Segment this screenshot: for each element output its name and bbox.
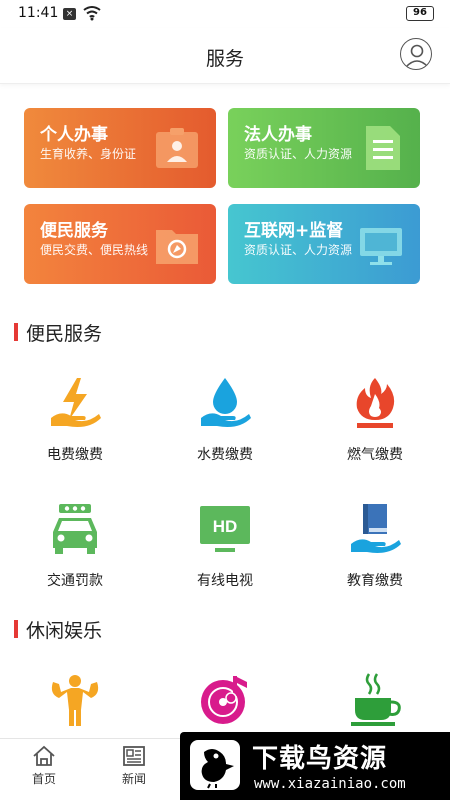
service-label: 水费缴费	[197, 447, 253, 463]
user-avatar-icon[interactable]	[400, 38, 432, 70]
service-label: 交通罚款	[47, 573, 103, 589]
fitness-icon	[51, 675, 99, 726]
card-personal-affairs[interactable]: 个人办事 生育收养、身份证	[24, 108, 216, 188]
nav-item-news[interactable]: 新闻	[109, 745, 159, 795]
service-label: 有线电视	[197, 573, 253, 589]
tea-icon	[351, 673, 401, 726]
status-time: 11:41	[18, 5, 59, 21]
bird-logo-icon	[190, 740, 240, 790]
card-title: 个人办事	[40, 125, 108, 145]
watermark-banner: 下载鸟资源 www.xiazainiao.com	[180, 732, 450, 800]
watermark-title: 下载鸟资源	[252, 744, 388, 774]
service-traffic-fine[interactable]: 交通罚款	[0, 502, 150, 612]
status-bar: 11:41 × 96	[0, 0, 450, 28]
wifi-icon	[83, 6, 101, 21]
x-notification-icon: ×	[63, 8, 76, 20]
card-subtitle: 生育收养、身份证	[40, 147, 137, 161]
card-convenience-services[interactable]: 便民服务 便民交费、便民热线	[24, 204, 216, 284]
battery-indicator: 96	[406, 6, 434, 21]
car-icon	[53, 504, 97, 554]
music-icon	[201, 676, 247, 724]
service-cards: 个人办事 生育收养、身份证 法人办事 资质认证、人力资源 便民服务 便民交费、便…	[24, 108, 420, 288]
app-header: 服务	[0, 28, 450, 84]
nav-item-home[interactable]: 首页	[19, 745, 69, 795]
card-title: 便民服务	[40, 221, 108, 241]
nav-label: 首页	[31, 772, 56, 786]
section-title: 休闲娱乐	[26, 620, 103, 642]
document-icon	[366, 126, 400, 170]
service-education-fee[interactable]: 教育缴费	[300, 502, 450, 612]
service-cable-tv[interactable]: HD 有线电视	[150, 502, 300, 612]
section-accent-bar	[14, 620, 18, 638]
service-label: 教育缴费	[347, 573, 403, 589]
card-title: 法人办事	[244, 125, 312, 145]
hd-tv-icon: HD	[200, 506, 250, 552]
card-internet-supervision[interactable]: 互联网+监督 资质认证、人力资源	[228, 204, 420, 284]
nav-label: 新闻	[121, 772, 146, 786]
id-card-icon	[156, 128, 198, 168]
monitor-icon	[360, 228, 402, 265]
folder-icon	[156, 230, 198, 264]
service-label: 电费缴费	[47, 447, 103, 463]
book-icon	[351, 504, 401, 553]
service-electricity[interactable]: 电费缴费	[0, 376, 150, 486]
watermark-url: www.xiazainiao.com	[254, 776, 406, 792]
section-accent-bar	[14, 323, 18, 341]
section-title: 便民服务	[26, 323, 103, 345]
service-label: 燃气缴费	[347, 447, 403, 463]
svg-text:HD: HD	[213, 517, 238, 536]
news-icon	[123, 746, 145, 766]
card-subtitle: 资质认证、人力资源	[244, 243, 353, 257]
card-subtitle: 资质认证、人力资源	[244, 147, 353, 161]
card-subtitle: 便民交费、便民热线	[40, 243, 149, 257]
water-icon	[201, 378, 251, 427]
electricity-icon	[51, 378, 101, 427]
home-icon	[33, 745, 55, 766]
gas-flame-icon	[356, 378, 395, 428]
service-gas[interactable]: 燃气缴费	[300, 376, 450, 486]
card-title: 互联网+监督	[244, 221, 344, 241]
card-legal-affairs[interactable]: 法人办事 资质认证、人力资源	[228, 108, 420, 188]
service-water[interactable]: 水费缴费	[150, 376, 300, 486]
page-title: 服务	[205, 48, 244, 70]
